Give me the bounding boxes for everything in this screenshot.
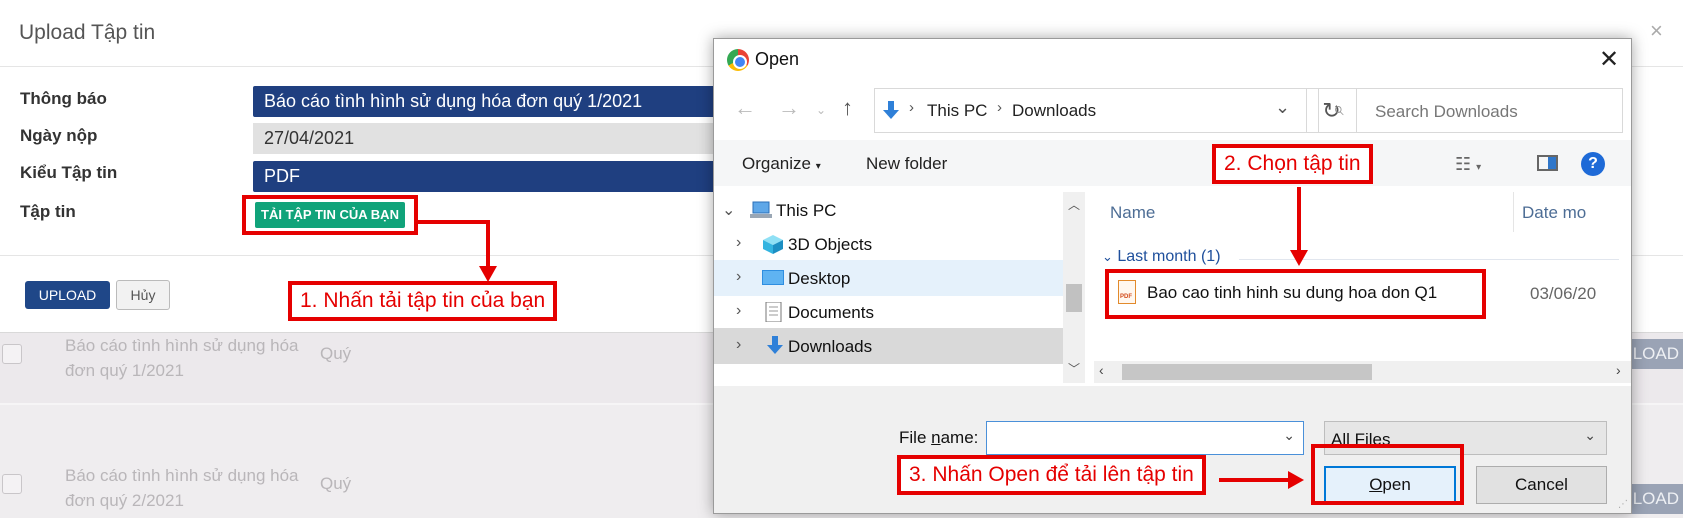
desktop-icon [762, 270, 784, 285]
chevron-right-icon[interactable]: › [736, 234, 741, 252]
chevron-right-icon[interactable]: › [736, 336, 741, 354]
chevron-down-icon[interactable]: ⌄ [722, 200, 735, 220]
scroll-thumb[interactable] [1122, 364, 1372, 380]
column-date[interactable]: Date mo [1522, 192, 1586, 234]
arrow-3-head [1288, 471, 1304, 489]
breadcrumb-downloads[interactable]: Downloads [1012, 101, 1096, 121]
file-date: 03/06/20 [1530, 284, 1597, 303]
step-1-label: 1. Nhấn tải tập tin của bạn [288, 281, 558, 321]
recent-chevron-icon[interactable]: ⌄ [816, 103, 826, 117]
navigation-tree: ⌄ This PC › 3D Objects › Desktop › Docum… [714, 192, 1063, 383]
help-icon[interactable]: ? [1581, 152, 1605, 176]
tree-scrollbar[interactable]: ︿ ﹀ [1063, 192, 1085, 383]
cube-icon [763, 235, 783, 254]
file-type-label: Kiểu Tập tin [20, 163, 118, 182]
chevron-down-icon[interactable]: ⌄ [1275, 97, 1290, 118]
resize-grip-icon[interactable]: ⋰ [1618, 499, 1628, 510]
chevron-right-icon[interactable]: › [736, 302, 741, 320]
tree-item-3d-objects[interactable]: › 3D Objects [714, 226, 1063, 262]
tree-item-label: Downloads [788, 337, 873, 356]
scroll-up-icon[interactable]: ︿ [1068, 196, 1080, 213]
up-icon[interactable]: ↑ [842, 95, 853, 121]
step-3-label: 3. Nhấn Open để tải lên tập tin [897, 455, 1206, 495]
chevron-down-icon[interactable]: ⌄ [1283, 427, 1295, 444]
row-title: Báo cáo tình hình sử dụng hóa đơn quý 2/… [65, 466, 299, 510]
scroll-thumb[interactable] [1066, 284, 1082, 312]
list-scrollbar[interactable]: ‹ › [1094, 361, 1631, 383]
upload-button[interactable]: UPLOAD [25, 281, 110, 309]
dropdown-icon: ▾ [815, 161, 821, 172]
chevron-right-icon[interactable]: › [736, 268, 741, 286]
breadcrumb-this-pc[interactable]: This PC [927, 101, 987, 121]
tree-item-downloads[interactable]: › Downloads [714, 328, 1063, 364]
tree-item-label: 3D Objects [788, 235, 873, 254]
row-period: Quý [320, 474, 352, 493]
modal-title: Upload Tập tin [19, 21, 156, 44]
back-icon[interactable]: ← [734, 95, 756, 121]
highlight-select-file [242, 195, 418, 235]
group-header[interactable]: ⌄ Last month (1) [1102, 248, 1221, 266]
arrow-1-head [479, 266, 497, 282]
scroll-left-icon[interactable]: ‹ [1099, 362, 1104, 378]
tree-item-label: Desktop [788, 269, 851, 288]
download-icon [767, 336, 783, 354]
chrome-icon [727, 49, 749, 71]
tree-item-label: This PC [776, 201, 837, 220]
arrow-1-line [486, 220, 490, 268]
scroll-down-icon[interactable]: ﹀ [1068, 360, 1080, 377]
document-icon [765, 302, 782, 322]
file-name-input[interactable]: ⌄ [986, 421, 1304, 455]
tree-item-label: Documents [788, 303, 874, 322]
arrow-1-line [418, 220, 490, 224]
row-title: Báo cáo tình hình sử dụng hóa đơn quý 1/… [65, 336, 299, 380]
tree-item-this-pc[interactable]: ⌄ This PC [714, 192, 1063, 228]
scroll-right-icon[interactable]: › [1616, 362, 1621, 378]
column-name[interactable]: Name [1110, 192, 1155, 234]
arrow-2-line [1297, 187, 1301, 252]
dialog-title: Open [755, 49, 800, 69]
notice-label: Thông báo [20, 89, 107, 108]
arrow-3-line [1219, 478, 1289, 482]
row-checkbox[interactable] [2, 344, 22, 364]
dialog-cancel-button[interactable]: Cancel [1476, 466, 1607, 504]
chevron-down-icon: ⌄ [1102, 249, 1113, 264]
chevron-right-icon: › [909, 99, 914, 116]
file-label: Tập tin [20, 202, 76, 221]
search-placeholder: Search Downloads [1375, 102, 1518, 121]
notice-select[interactable]: Báo cáo tình hình sử dụng hóa đơn quý 1/… [253, 86, 723, 117]
column-separator[interactable] [1513, 192, 1514, 232]
address-bar[interactable]: › This PC › Downloads ⌄ [874, 88, 1307, 133]
tree-item-desktop[interactable]: › Desktop [714, 260, 1063, 296]
tree-item-documents[interactable]: › Documents [714, 294, 1063, 330]
file-name-label: File name: [899, 428, 979, 447]
search-icon: ⌕ [1333, 99, 1344, 120]
row-checkbox[interactable] [2, 474, 22, 494]
submit-date-field[interactable]: 27/04/2021 [253, 123, 723, 154]
forward-icon[interactable]: → [778, 95, 800, 121]
row-period: Quý [320, 344, 352, 363]
search-input[interactable]: ⌕ Search Downloads [1318, 88, 1623, 133]
arrow-2-head [1290, 250, 1308, 266]
computer-icon [750, 201, 772, 218]
cancel-button[interactable]: Hủy [116, 280, 170, 310]
dialog-toolbar: Organize ▾ New folder ☷ ▾ ? [714, 140, 1631, 186]
highlight-open-button [1311, 444, 1464, 505]
close-icon[interactable]: ✕ [1599, 45, 1619, 74]
file-type-select[interactable]: PDF [253, 161, 723, 192]
download-icon [883, 101, 899, 119]
view-options-icon[interactable]: ☷ ▾ [1455, 154, 1481, 175]
submit-date-label: Ngày nộp [20, 126, 98, 145]
chevron-down-icon: ⌄ [1584, 427, 1596, 443]
close-icon[interactable]: × [1650, 18, 1663, 44]
step-2-label: 2. Chọn tập tin [1212, 144, 1373, 184]
highlight-file [1105, 269, 1486, 319]
chevron-right-icon: › [997, 99, 1002, 116]
new-folder-button[interactable]: New folder [866, 154, 947, 174]
organize-menu[interactable]: Organize ▾ [742, 154, 821, 174]
preview-pane-icon[interactable] [1537, 155, 1558, 171]
